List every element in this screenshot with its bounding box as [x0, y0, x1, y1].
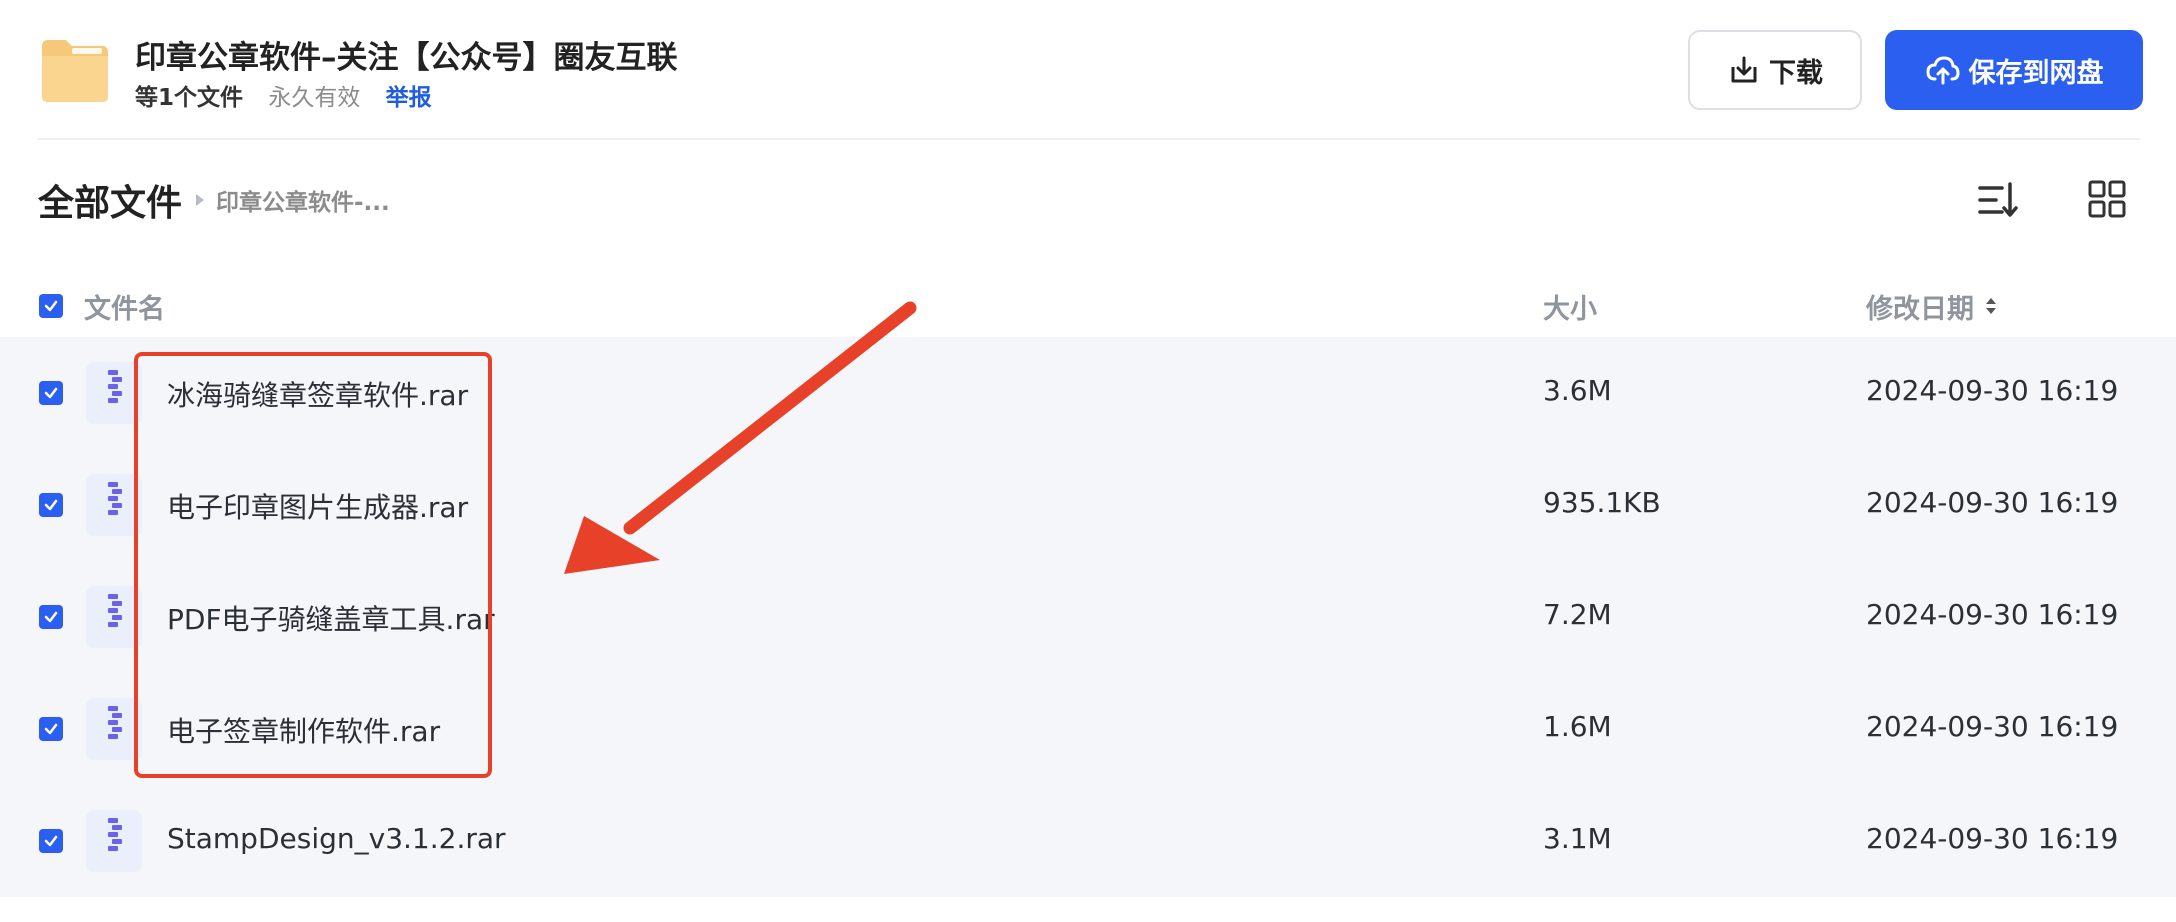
sort-toggle-icon: [1986, 298, 1996, 314]
row-checkbox[interactable]: [39, 493, 63, 517]
archive-file-icon: [86, 698, 142, 760]
check-icon: [44, 387, 58, 399]
check-icon: [44, 300, 58, 312]
file-row[interactable]: PDF电子骑缝盖章工具.rar 7.2M 2024-09-30 16:19: [0, 561, 2176, 673]
download-button[interactable]: 下载: [1688, 30, 1862, 110]
file-size: 935.1KB: [1543, 486, 1661, 519]
download-label: 下载: [1769, 57, 1823, 89]
check-icon: [44, 499, 58, 511]
archive-file-icon: [86, 810, 142, 872]
sort-icon[interactable]: [1976, 178, 2020, 222]
archive-file-icon: [86, 362, 142, 424]
row-checkbox[interactable]: [39, 381, 63, 405]
row-checkbox[interactable]: [39, 605, 63, 629]
file-date: 2024-09-30 16:19: [1866, 822, 2119, 855]
archive-file-icon: [86, 474, 142, 536]
file-row[interactable]: 冰海骑缝章签章软件.rar 3.6M 2024-09-30 16:19: [0, 337, 2176, 449]
date-column-header[interactable]: 修改日期: [1866, 286, 1998, 326]
check-icon: [44, 835, 58, 847]
share-meta: 等1个文件 永久有效 举报: [135, 78, 432, 112]
file-list: 冰海骑缝章签章软件.rar 3.6M 2024-09-30 16:19 电子印章…: [0, 337, 2176, 897]
row-checkbox[interactable]: [39, 829, 63, 853]
report-link[interactable]: 举报: [386, 85, 432, 111]
file-size: 1.6M: [1543, 710, 1612, 743]
validity-text: 永久有效: [268, 85, 361, 111]
cloud-upload-icon: [1925, 56, 1960, 85]
name-column-header: 文件名: [39, 286, 165, 326]
row-checkbox[interactable]: [39, 717, 63, 741]
breadcrumb-root[interactable]: 全部文件: [38, 174, 182, 226]
file-name[interactable]: StampDesign_v3.1.2.rar: [167, 822, 506, 855]
breadcrumb-current: 印章公章软件-...: [216, 190, 390, 216]
breadcrumb-separator-icon: [196, 194, 205, 206]
file-name[interactable]: PDF电子骑缝盖章工具.rar: [167, 598, 495, 638]
breadcrumb: 全部文件 印章公章软件-...: [38, 170, 390, 230]
archive-file-icon: [86, 586, 142, 648]
select-all-checkbox[interactable]: [39, 294, 63, 318]
file-row[interactable]: StampDesign_v3.1.2.rar 3.1M 2024-09-30 1…: [0, 785, 2176, 897]
file-size: 3.6M: [1543, 374, 1612, 407]
file-date: 2024-09-30 16:19: [1866, 486, 2119, 519]
file-name[interactable]: 电子印章图片生成器.rar: [167, 486, 468, 526]
file-row[interactable]: 电子签章制作软件.rar 1.6M 2024-09-30 16:19: [0, 673, 2176, 785]
file-date: 2024-09-30 16:19: [1866, 598, 2119, 631]
file-size: 3.1M: [1543, 822, 1612, 855]
date-column-label: 修改日期: [1866, 293, 1974, 325]
name-column-label: 文件名: [84, 293, 165, 325]
folder-icon: [42, 40, 108, 102]
size-column-label: 大小: [1543, 293, 1597, 325]
check-icon: [44, 611, 58, 623]
file-date: 2024-09-30 16:19: [1866, 710, 2119, 743]
grid-view-icon[interactable]: [2088, 180, 2126, 218]
size-column-header: 大小: [1543, 286, 1597, 326]
file-row[interactable]: 电子印章图片生成器.rar 935.1KB 2024-09-30 16:19: [0, 449, 2176, 561]
share-title: 印章公章软件–关注【公众号】圈友互联: [135, 40, 678, 76]
file-name[interactable]: 电子签章制作软件.rar: [167, 710, 440, 750]
check-icon: [44, 723, 58, 735]
download-icon: [1731, 56, 1757, 83]
save-label: 保存到网盘: [1968, 57, 2104, 89]
save-to-drive-button[interactable]: 保存到网盘: [1885, 30, 2143, 110]
header-divider: [38, 138, 2140, 140]
share-header: 印章公章软件–关注【公众号】圈友互联 等1个文件 永久有效 举报 下载 保存到网…: [0, 0, 2176, 139]
file-count: 等1个文件: [135, 85, 244, 111]
file-name[interactable]: 冰海骑缝章签章软件.rar: [167, 374, 468, 414]
file-size: 7.2M: [1543, 598, 1612, 631]
file-date: 2024-09-30 16:19: [1866, 374, 2119, 407]
